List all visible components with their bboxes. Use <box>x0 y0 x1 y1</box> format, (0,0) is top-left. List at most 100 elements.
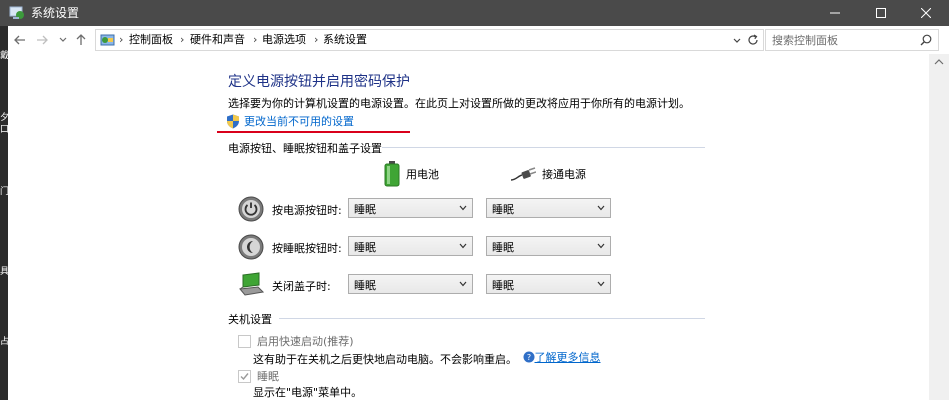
refresh-icon[interactable] <box>746 33 760 47</box>
back-button[interactable] <box>11 31 29 49</box>
fast-startup-label: 启用快速启动(推荐) <box>257 335 354 348</box>
desktop-background-strip: 戴 夕 口 门 具 占 <box>0 26 8 400</box>
strip-fragment: 具 <box>0 267 8 277</box>
strip-fragment: 夕 <box>0 113 8 123</box>
sleep-option-description: 显示在"电源"菜单中。 <box>253 386 363 399</box>
select-value: 睡眠 <box>354 241 376 254</box>
close-button[interactable] <box>903 0 949 26</box>
select-value: 睡眠 <box>492 241 514 254</box>
recent-locations-button[interactable] <box>54 31 72 49</box>
strip-fragment: 口 <box>0 125 8 135</box>
page-title: 定义电源按钮并启用密码保护 <box>228 74 410 90</box>
search-box[interactable] <box>765 29 939 51</box>
strip-fragment: 戴 <box>0 51 8 61</box>
breadcrumb-separator: › <box>180 33 185 46</box>
plugged-in-column-label: 接通电源 <box>542 168 586 181</box>
window-title: 系统设置 <box>31 6 80 20</box>
sleep-button-plugged-select[interactable]: 睡眠 <box>486 236 611 256</box>
vertical-scrollbar[interactable] <box>929 54 949 400</box>
battery-column-label: 用电池 <box>406 168 439 181</box>
sleep-option-label: 睡眠 <box>257 370 279 383</box>
sleep-button-row: 按睡眠按钮时: 睡眠 睡眠 <box>238 234 618 260</box>
power-section-title: 电源按钮、睡眠按钮和盖子设置 <box>228 142 382 155</box>
learn-more-link[interactable]: ? 了解更多信息 <box>523 349 601 365</box>
title-bar: 系统设置 <box>0 0 949 26</box>
content-area: 定义电源按钮并启用密码保护 选择要为你的计算机设置的电源设置。在此页上对设置所做… <box>8 54 929 400</box>
breadcrumb-system-settings[interactable]: 系统设置 <box>323 33 367 47</box>
minimize-icon <box>830 12 840 14</box>
select-value: 睡眠 <box>354 279 376 292</box>
battery-column-header: 用电池 <box>384 160 439 188</box>
page-description: 选择要为你的计算机设置的电源设置。在此页上对设置所做的更改将应用于你所有的电源计… <box>228 97 690 110</box>
power-plug-icon <box>510 167 536 181</box>
up-button[interactable] <box>72 31 90 49</box>
laptop-lid-icon <box>239 272 264 296</box>
select-value: 睡眠 <box>492 203 514 216</box>
strip-fragment: 占 <box>0 337 8 347</box>
chevron-down-icon <box>597 281 605 287</box>
address-bar: › 控制面板 › 硬件和声音 › 电源选项 › 系统设置 <box>8 26 949 54</box>
chevron-down-icon <box>59 37 67 42</box>
breadcrumb-separator: › <box>253 33 258 46</box>
power-button-battery-select[interactable]: 睡眠 <box>348 198 473 218</box>
close-icon <box>921 8 931 18</box>
sleep-button-icon <box>238 234 264 260</box>
up-arrow-icon <box>76 34 86 45</box>
fast-startup-checkbox[interactable] <box>238 334 251 348</box>
breadcrumb-power-options[interactable]: 电源选项 <box>262 33 306 47</box>
forward-arrow-icon <box>37 35 48 45</box>
forward-button[interactable] <box>33 31 51 49</box>
address-dropdown-icon[interactable] <box>731 33 743 47</box>
chevron-down-icon <box>597 243 605 249</box>
sleep-button-label: 按睡眠按钮时: <box>272 242 342 255</box>
section-divider <box>382 147 705 148</box>
sleep-button-battery-select[interactable]: 睡眠 <box>348 236 473 256</box>
change-link-label: 更改当前不可用的设置 <box>244 115 354 128</box>
address-path-box[interactable]: › 控制面板 › 硬件和声音 › 电源选项 › 系统设置 <box>95 29 764 51</box>
chevron-down-icon <box>459 205 467 211</box>
learn-more-label: 了解更多信息 <box>534 351 601 364</box>
sleep-checkbox[interactable] <box>238 369 251 383</box>
help-icon: ? <box>523 351 534 363</box>
checkmark-icon <box>240 372 249 380</box>
lid-close-plugged-select[interactable]: 睡眠 <box>486 274 611 294</box>
lid-close-label: 关闭盖子时: <box>272 280 331 293</box>
lid-close-battery-select[interactable]: 睡眠 <box>348 274 473 294</box>
sleep-option[interactable]: 睡眠 <box>238 368 279 384</box>
chevron-down-icon <box>459 243 467 249</box>
chevron-down-icon <box>597 205 605 211</box>
power-button-plugged-select[interactable]: 睡眠 <box>486 198 611 218</box>
select-value: 睡眠 <box>354 203 376 216</box>
strip-fragment: 门 <box>0 187 8 197</box>
change-unavailable-settings-link[interactable]: 更改当前不可用的设置 <box>226 113 354 129</box>
scroll-up-icon[interactable] <box>934 58 944 66</box>
breadcrumb-hardware-and-sound[interactable]: 硬件和声音 <box>190 33 245 47</box>
fast-startup-description-line: 这有助于在关机之后更快地启动电脑。不会影响重启。 ? 了解更多信息 <box>253 349 601 367</box>
maximize-button[interactable] <box>858 0 904 26</box>
fast-startup-description: 这有助于在关机之后更快地启动电脑。不会影响重启。 <box>253 353 517 366</box>
search-icon[interactable] <box>920 34 932 46</box>
breadcrumb-control-panel[interactable]: 控制面板 <box>129 33 173 47</box>
section-divider <box>279 318 705 319</box>
minimize-button[interactable] <box>812 0 858 26</box>
highlight-underline <box>217 131 410 133</box>
system-settings-icon <box>9 6 24 19</box>
uac-shield-icon <box>227 114 239 128</box>
svg-text:?: ? <box>526 353 530 362</box>
fast-startup-option[interactable]: 启用快速启动(推荐) <box>238 333 354 349</box>
breadcrumb-separator: › <box>119 33 124 46</box>
power-button-label: 按电源按钮时: <box>272 204 342 217</box>
power-button-row: 按电源按钮时: 睡眠 睡眠 <box>238 196 618 222</box>
battery-icon <box>384 161 400 187</box>
search-input[interactable] <box>772 32 912 48</box>
select-value: 睡眠 <box>492 279 514 292</box>
control-panel-icon <box>100 34 115 46</box>
back-arrow-icon <box>14 35 25 45</box>
plugged-in-column-header: 接通电源 <box>510 160 586 188</box>
chevron-down-icon <box>459 281 467 287</box>
breadcrumb-separator: › <box>314 33 319 46</box>
maximize-icon <box>876 8 886 18</box>
lid-close-row: 关闭盖子时: 睡眠 睡眠 <box>238 272 618 298</box>
shutdown-section-title: 关机设置 <box>228 313 272 326</box>
power-button-icon <box>238 196 264 222</box>
